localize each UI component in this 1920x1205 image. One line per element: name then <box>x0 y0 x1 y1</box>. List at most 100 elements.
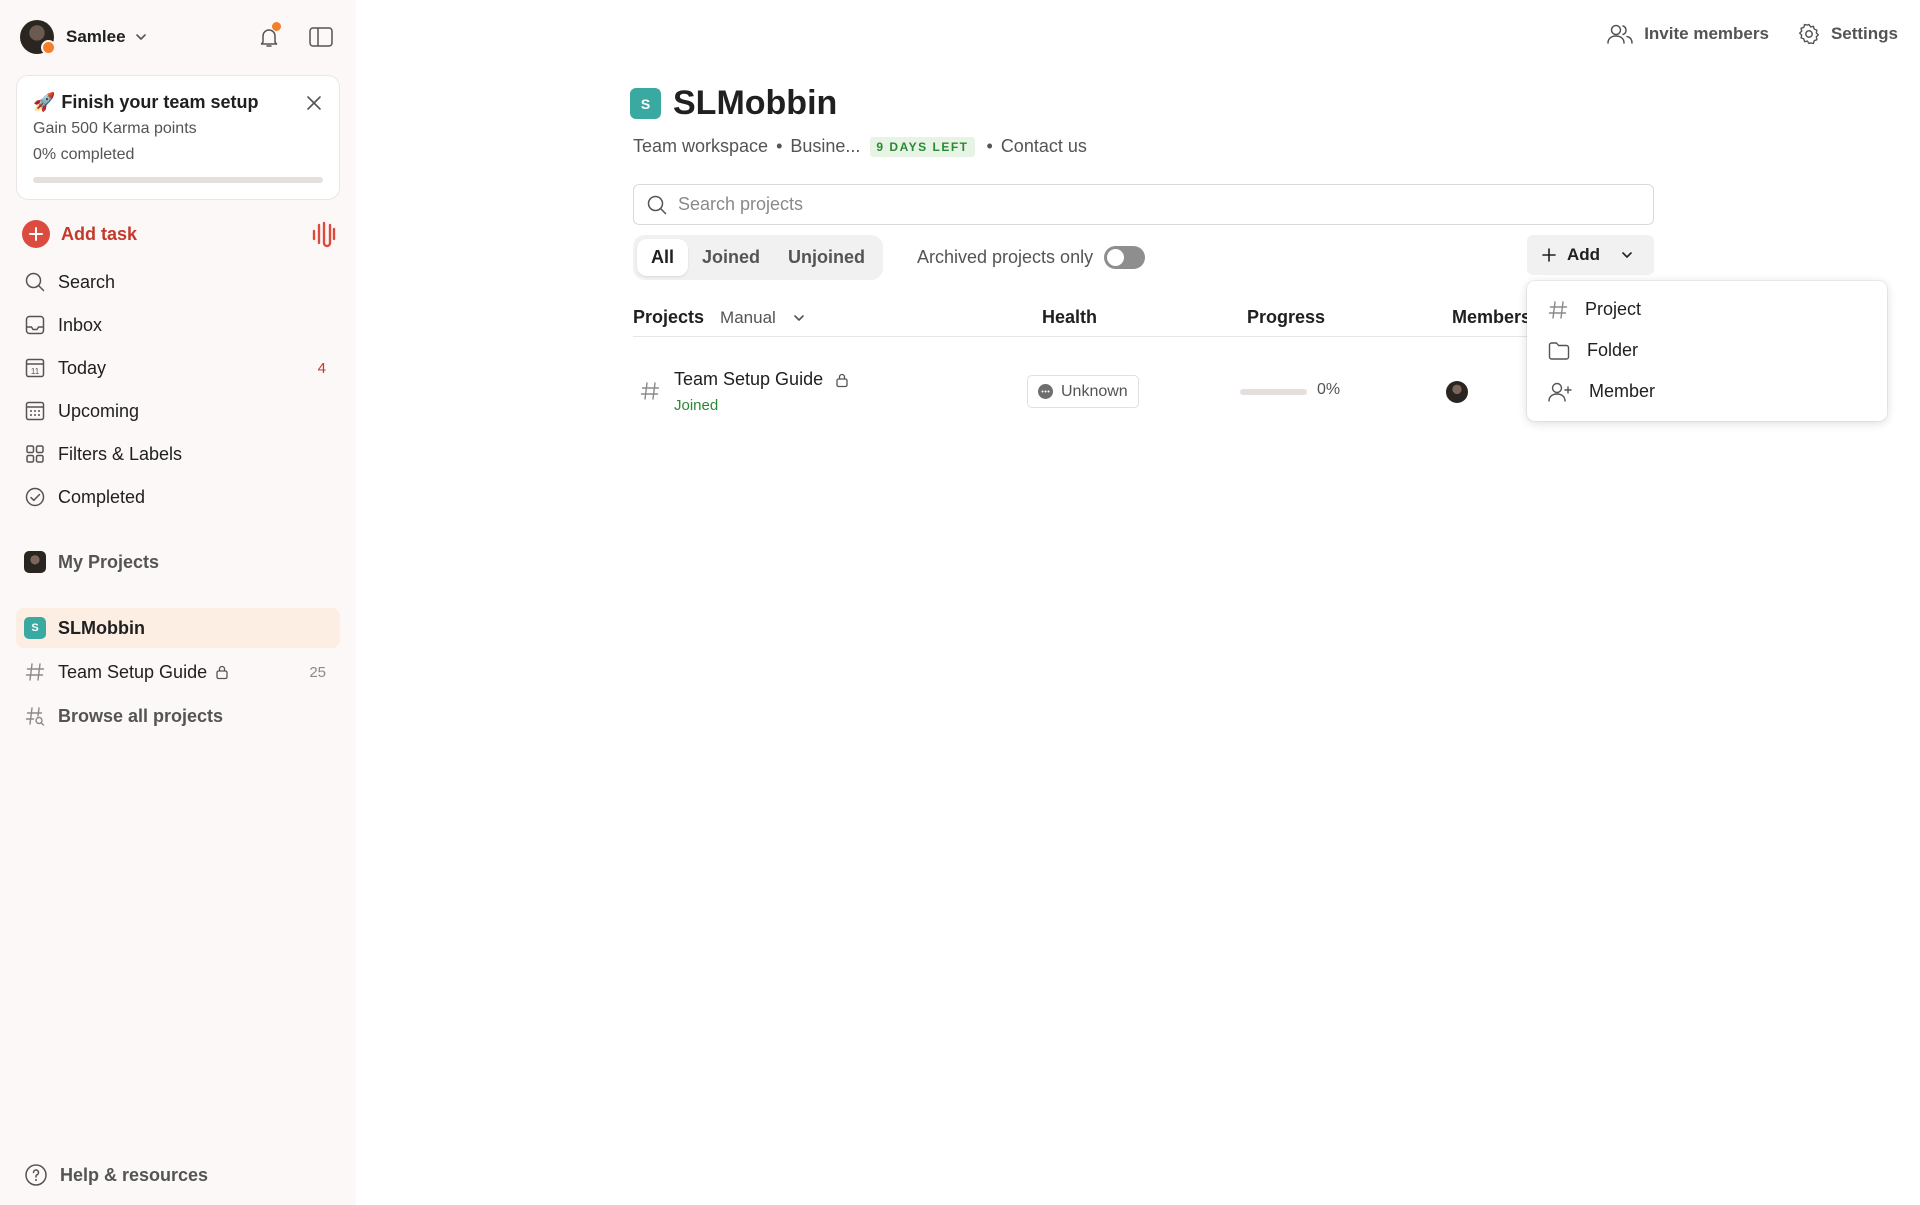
sidebar-item-label: Team Setup Guide <box>58 661 208 682</box>
add-button-label: Add <box>1567 245 1601 264</box>
sidebar-item-inbox[interactable]: Inbox <box>16 305 340 345</box>
calendar-grid-icon <box>25 401 45 421</box>
sidebar-item-upcoming[interactable]: Upcoming <box>16 391 340 431</box>
inbox-icon <box>25 315 45 335</box>
sidebar-item-label: Browse all projects <box>58 705 224 726</box>
sidebar-item-label: Today <box>58 357 107 378</box>
menu-item-label: Project <box>1585 299 1642 319</box>
setup-card-subtitle: Gain 500 Karma points <box>33 120 197 137</box>
project-progress-text: 0% <box>1317 381 1341 398</box>
sidebar-item-label: Filters & Labels <box>58 443 183 464</box>
contact-us-link[interactable]: Contact us <box>1001 136 1087 157</box>
today-count-badge: 4 <box>317 359 326 377</box>
invite-members-label: Invite members <box>1644 24 1769 43</box>
setup-card-title-row: 🚀 Finish your team setup <box>33 92 323 113</box>
project-name-row: Team Setup Guide <box>674 369 849 390</box>
add-button[interactable]: Add <box>1527 235 1654 275</box>
lock-icon <box>836 373 848 387</box>
page-title-row: S SLMobbin <box>630 84 837 123</box>
trial-badge: 9 DAYS LEFT <box>870 136 975 157</box>
help-icon <box>25 1164 47 1186</box>
toggle-sidebar-button[interactable] <box>306 22 336 52</box>
health-label: Unknown <box>1061 382 1128 400</box>
table-header: Projects Manual Health Progress Members <box>633 305 1654 337</box>
workspace-plan[interactable]: Busine... <box>790 136 860 157</box>
notifications-button[interactable] <box>254 22 284 52</box>
column-header-projects: Projects <box>633 307 705 327</box>
archived-label: Archived projects only <box>917 247 1094 267</box>
chevron-down-icon <box>1622 252 1632 258</box>
menu-item-member[interactable]: Member <box>1527 371 1887 412</box>
browse-projects-icon <box>25 707 45 726</box>
setup-card-title: Finish your team setup <box>61 92 259 112</box>
lock-icon <box>216 665 228 680</box>
menu-item-project[interactable]: Project <box>1527 289 1887 330</box>
svg-text:11: 11 <box>31 367 40 376</box>
search-icon <box>647 195 667 214</box>
help-resources-button[interactable]: Help & resources <box>24 1163 208 1187</box>
user-menu[interactable]: Samlee <box>20 18 148 56</box>
user-name: Samlee <box>66 27 126 46</box>
sidebar-item-search[interactable]: Search <box>16 262 340 302</box>
projects-column-header: Projects Manual <box>633 307 806 328</box>
plus-icon <box>1542 248 1556 262</box>
workspace-badge: S <box>24 617 46 639</box>
sort-dropdown[interactable]: Manual <box>720 308 776 328</box>
page-title: SLMobbin <box>673 84 838 122</box>
grid-icon <box>26 445 44 463</box>
setup-card-progress-text: 0% completed <box>33 146 135 163</box>
sidebar-item-browse-projects[interactable]: Browse all projects <box>16 696 340 736</box>
chevron-down-icon <box>135 34 146 40</box>
sidebar-item-my-projects[interactable]: My Projects <box>16 542 340 582</box>
sidebar-item-label: Search <box>58 271 116 292</box>
tab-joined[interactable]: Joined <box>688 239 774 276</box>
menu-item-folder[interactable]: Folder <box>1527 330 1887 371</box>
health-status-button[interactable]: Unknown <box>1027 375 1139 408</box>
rocket-icon: 🚀 <box>33 92 56 112</box>
hash-icon <box>25 663 45 681</box>
search-projects-field[interactable] <box>633 184 1654 225</box>
meta-separator: • <box>776 136 783 156</box>
sidebar: Samlee 🚀 Finish your team setup Gain 500… <box>0 0 356 1205</box>
search-input[interactable] <box>678 194 1578 215</box>
member-avatar[interactable] <box>1446 381 1468 403</box>
add-task-button[interactable]: Add task <box>22 219 338 249</box>
project-name[interactable]: Team Setup Guide <box>674 369 823 390</box>
check-circle-icon <box>25 487 45 507</box>
archived-toggle[interactable] <box>1104 246 1146 269</box>
chevron-down-icon[interactable] <box>792 311 806 325</box>
sidebar-item-workspace[interactable]: S SLMobbin <box>16 608 340 648</box>
top-actions: Invite members Settings <box>1606 22 1898 46</box>
notification-dot <box>272 22 281 31</box>
sidebar-item-today[interactable]: 11 Today 4 <box>16 348 340 388</box>
sidebar-item-completed[interactable]: Completed <box>16 477 340 517</box>
menu-item-label: Member <box>1589 381 1656 401</box>
sidebar-item-team-setup-guide[interactable]: Team Setup Guide 25 <box>16 652 340 692</box>
workspace-meta: Team workspace • Busine... 9 DAYS LEFT •… <box>633 136 1087 157</box>
tab-all[interactable]: All <box>637 239 689 276</box>
sidebar-item-label: My Projects <box>58 551 160 572</box>
table-row[interactable]: Team Setup Guide Joined Unknown 0% <box>633 360 1654 422</box>
hash-icon <box>1548 300 1568 319</box>
gear-icon <box>1798 23 1819 45</box>
close-icon[interactable] <box>305 94 323 112</box>
avatar <box>24 551 46 573</box>
column-header-progress: Progress <box>1247 307 1326 327</box>
calendar-today-icon: 11 <box>25 358 45 378</box>
setup-card[interactable]: 🚀 Finish your team setup Gain 500 Karma … <box>16 75 340 200</box>
add-user-icon <box>1548 382 1572 402</box>
workspace-badge: S <box>630 88 661 119</box>
project-task-count: 25 <box>309 663 326 681</box>
sidebar-item-filters-labels[interactable]: Filters & Labels <box>16 434 340 474</box>
help-label: Help & resources <box>60 1164 209 1185</box>
invite-members-button[interactable]: Invite members <box>1606 23 1769 45</box>
settings-button[interactable]: Settings <box>1797 22 1898 46</box>
column-header-members: Members <box>1452 307 1532 327</box>
setup-progress-bar <box>33 177 323 183</box>
sidebar-item-label: SLMobbin <box>58 617 145 638</box>
ramble-wave-icon[interactable] <box>310 219 338 249</box>
menu-item-label: Folder <box>1587 340 1639 360</box>
project-status: Joined <box>674 397 719 414</box>
tab-unjoined[interactable]: Unjoined <box>774 239 879 276</box>
users-icon <box>1607 24 1633 44</box>
